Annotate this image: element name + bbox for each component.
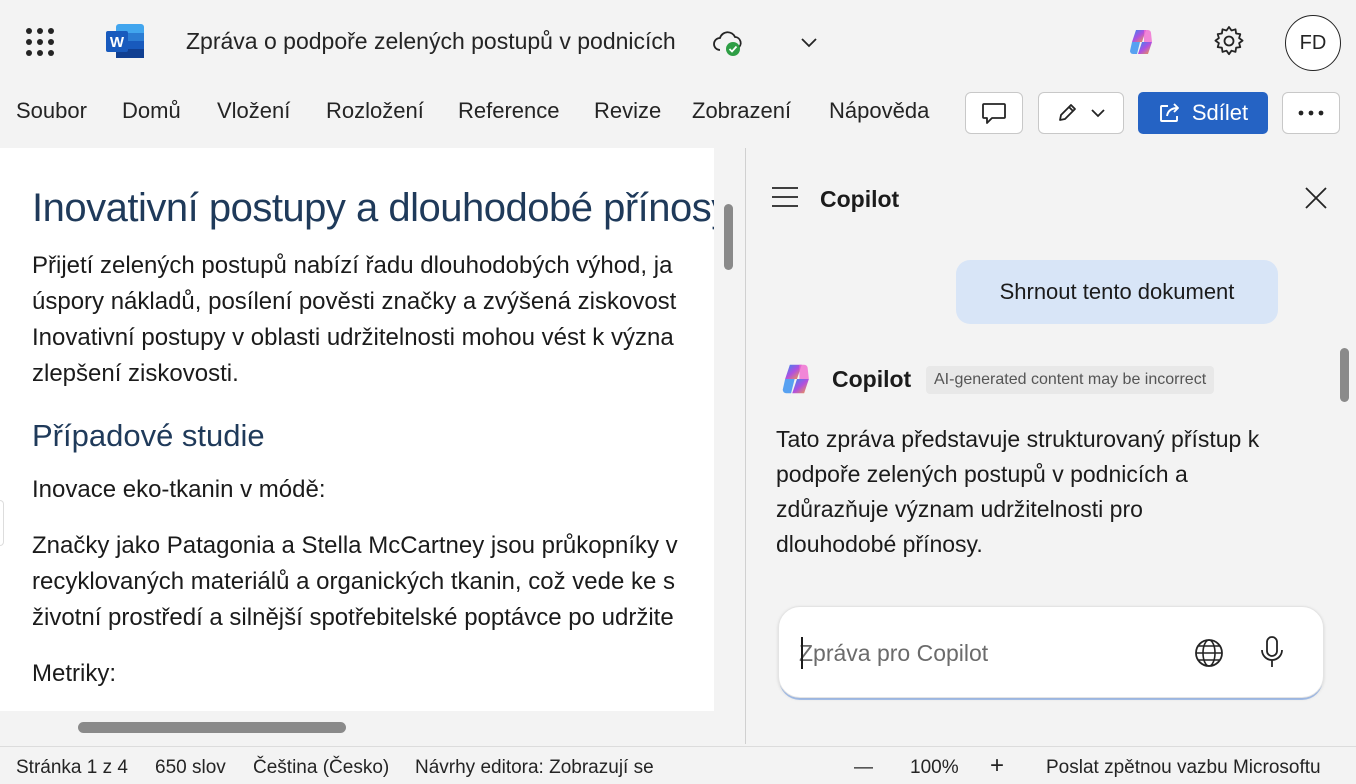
- zoom-out-button[interactable]: —: [854, 757, 873, 779]
- cloud-saved-icon[interactable]: [712, 30, 744, 58]
- gear-icon[interactable]: [1212, 24, 1246, 58]
- language[interactable]: Čeština (Česko): [253, 757, 389, 779]
- comment-icon: [982, 103, 1006, 124]
- document-horizontal-scrollbar[interactable]: [78, 722, 346, 733]
- copilot-scrollbar[interactable]: [1340, 348, 1349, 402]
- pencil-icon: [1059, 104, 1076, 121]
- tab-zobrazeni[interactable]: Zobrazení: [692, 98, 791, 124]
- microphone-icon[interactable]: [1259, 635, 1285, 669]
- subheading: Inovace eko-tkanin v módě:: [32, 476, 326, 503]
- globe-icon[interactable]: [1193, 637, 1225, 669]
- page-count[interactable]: Stránka 1 z 4: [16, 757, 128, 779]
- response-line: Tato zpráva představuje strukturovaný př…: [776, 426, 1260, 452]
- ai-disclaimer-badge: AI-generated content may be incorrect: [926, 366, 1215, 394]
- comments-button[interactable]: [965, 92, 1023, 134]
- ribbon: Soubor Domů Vložení Rozložení Reference …: [0, 88, 1356, 138]
- response-line: zdůrazňuje význam udržitelnosti pro: [776, 496, 1143, 522]
- copilot-icon: [782, 364, 809, 394]
- page-edge-handle: [0, 500, 4, 546]
- copilot-response: Tato zpráva představuje strukturovaný př…: [776, 422, 1316, 562]
- share-icon: [1159, 103, 1179, 122]
- tab-vlozeni[interactable]: Vložení: [217, 98, 290, 124]
- share-label: Sdílet: [1191, 100, 1249, 125]
- heading-1: Inovativní postupy a dlouhodobé přínosy: [32, 186, 714, 230]
- word-count[interactable]: 650 slov: [155, 757, 226, 779]
- avatar[interactable]: FD: [1285, 15, 1341, 71]
- chevron-down-icon: [1091, 109, 1105, 118]
- zoom-level[interactable]: 100%: [910, 757, 959, 779]
- more-options-button[interactable]: [1282, 92, 1340, 134]
- zoom-in-button[interactable]: +: [990, 752, 1004, 780]
- status-bar: Stránka 1 z 4 650 slov Čeština (Česko) N…: [0, 746, 1356, 784]
- paragraph-line: Přijetí zelených postupů nabízí řadu dlo…: [32, 252, 673, 279]
- copilot-message-input[interactable]: [799, 635, 1159, 671]
- response-line: dlouhodobé přínosy.: [776, 531, 983, 557]
- menu-icon[interactable]: [771, 186, 799, 208]
- chevron-down-icon[interactable]: [798, 32, 820, 52]
- paragraph-line: Značky jako Patagonia a Stella McCartney…: [32, 532, 678, 559]
- tab-domu[interactable]: Domů: [122, 98, 181, 124]
- response-line: podpoře zelených postupů v podnicích a: [776, 461, 1188, 487]
- editor-suggestions[interactable]: Návrhy editora: Zobrazují se: [415, 757, 654, 779]
- svg-text:W: W: [110, 34, 125, 51]
- heading-2: Případové studie: [32, 418, 265, 453]
- title-bar: W Zpráva o podpoře zelených postupů v po…: [0, 0, 1356, 84]
- compose-box: [778, 606, 1324, 698]
- tab-reference[interactable]: Reference: [458, 98, 560, 124]
- paragraph-line: zlepšení ziskovosti.: [32, 360, 239, 387]
- close-icon[interactable]: [1304, 186, 1328, 210]
- copilot-pane: Copilot Shrnout tento dokument Copilot A…: [746, 148, 1356, 744]
- document-vertical-scrollbar[interactable]: [724, 204, 733, 270]
- metrics-label: Metriky:: [32, 660, 116, 687]
- text-caret: [801, 637, 803, 669]
- editing-mode-button[interactable]: [1038, 92, 1124, 134]
- tab-revize[interactable]: Revize: [594, 98, 661, 124]
- paragraph-line: úspory nákladů, posílení pověsti značky …: [32, 288, 677, 315]
- document-title[interactable]: Zpráva o podpoře zelených postupů v podn…: [186, 28, 676, 55]
- responder-name: Copilot: [832, 366, 912, 392]
- tab-rozlozeni[interactable]: Rozložení: [326, 98, 424, 124]
- app-launcher-icon[interactable]: [26, 28, 54, 56]
- paragraph-line: Inovativní postupy v oblasti udržitelnos…: [32, 324, 674, 351]
- more-icon: [1298, 110, 1324, 116]
- document-canvas[interactable]: Inovativní postupy a dlouhodobé přínosy …: [0, 148, 714, 711]
- copilot-icon[interactable]: [1126, 26, 1158, 58]
- pane-title: Copilot: [820, 186, 900, 212]
- tab-soubor[interactable]: Soubor: [16, 98, 87, 124]
- user-message: Shrnout tento dokument: [956, 260, 1278, 324]
- feedback-link[interactable]: Poslat zpětnou vazbu Microsoftu: [1046, 757, 1321, 779]
- share-button[interactable]: Sdílet: [1138, 92, 1268, 134]
- tab-napoveda[interactable]: Nápověda: [829, 98, 929, 124]
- word-logo-icon[interactable]: W: [106, 24, 144, 58]
- paragraph-line: recyklovaných materiálů a organických tk…: [32, 568, 675, 595]
- paragraph-line: životní prostředí a silnější spotřebitel…: [32, 604, 674, 631]
